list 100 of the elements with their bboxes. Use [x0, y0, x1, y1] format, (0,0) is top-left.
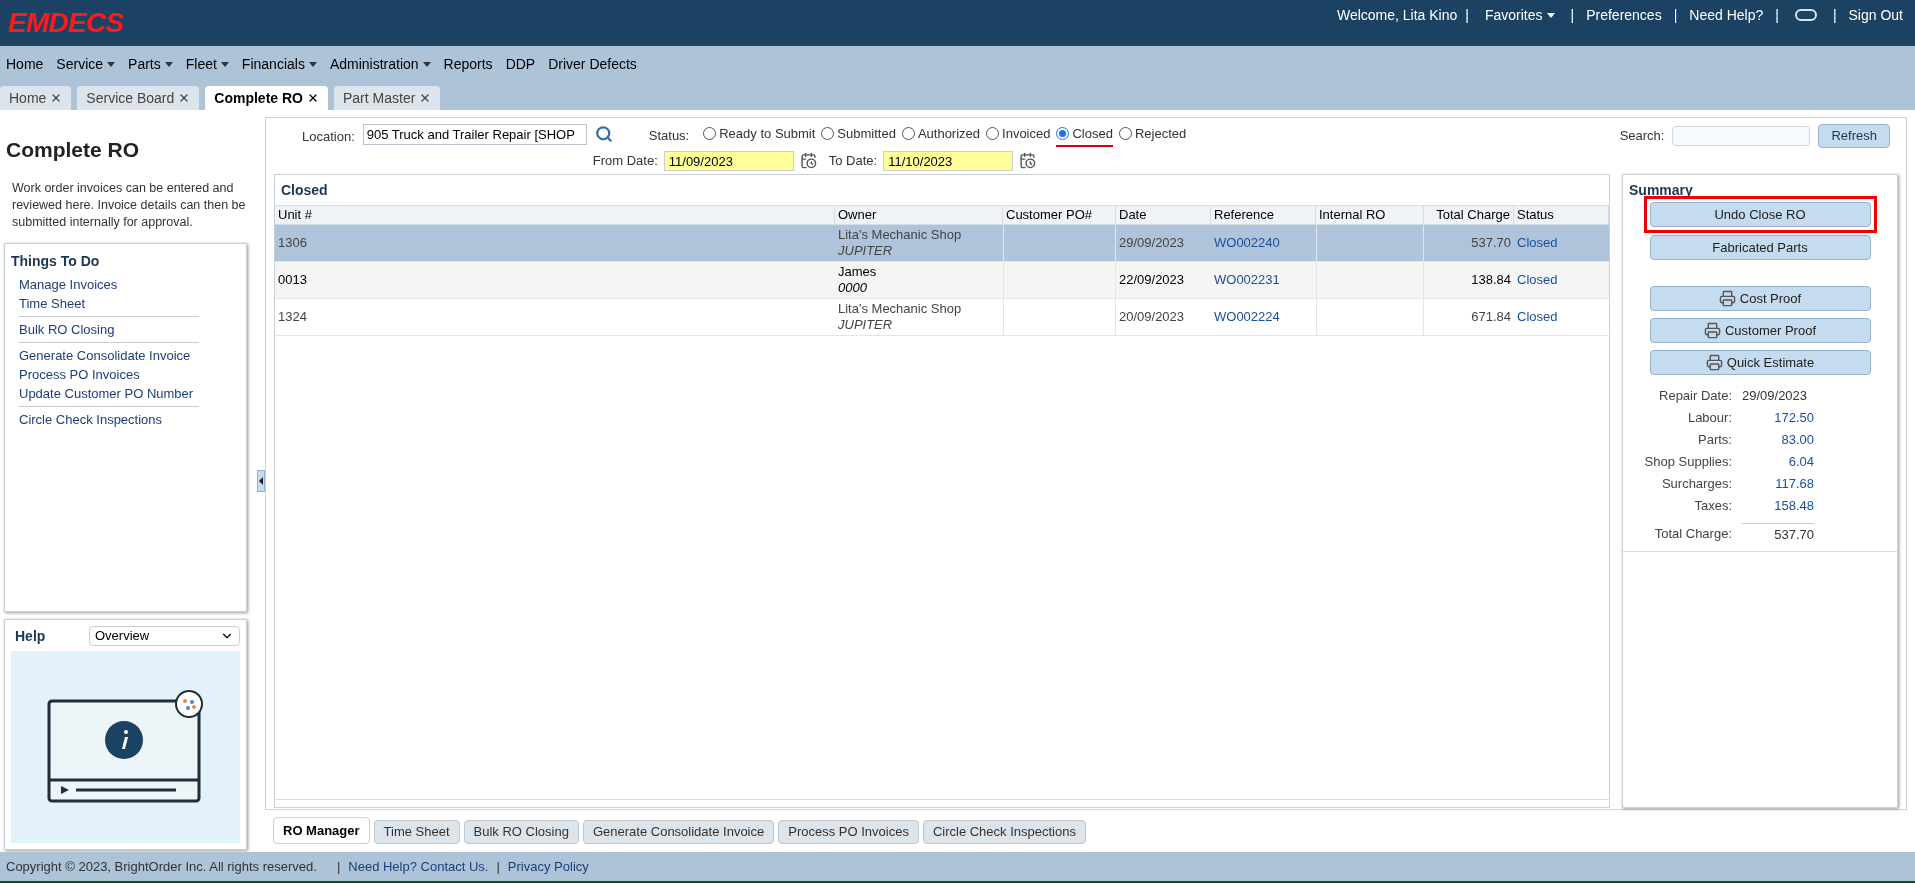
header-link[interactable]: Sign Out	[1844, 4, 1907, 26]
caret-icon	[107, 62, 116, 67]
separator-text: |	[1774, 5, 1780, 25]
separator-text: |	[1672, 5, 1679, 25]
panel-title: Closed	[280, 180, 329, 200]
page-tab[interactable]: Complete RO	[205, 86, 328, 110]
task-link[interactable]: Time Sheet	[19, 293, 199, 313]
task-link[interactable]: Bulk RO Closing	[19, 319, 199, 339]
panel-title: Summary	[1628, 181, 1694, 197]
table-cell-text: Lita's Mechanic Shop	[838, 301, 963, 317]
status-radio[interactable]: Authorized	[901, 124, 981, 147]
welcome-text: Welcome, Lita Kino	[1336, 5, 1458, 25]
refresh-button[interactable]: Refresh	[1818, 124, 1890, 148]
page-title: Complete RO	[5, 137, 140, 163]
calendar-icon[interactable]	[1019, 152, 1037, 169]
menu-item[interactable]: Home	[6, 54, 44, 75]
reference-link[interactable]: WO002224	[1214, 307, 1280, 327]
bottom-tab[interactable]: Process PO Invoices	[778, 820, 919, 844]
favorites-menu[interactable]: Favorites	[1476, 4, 1563, 26]
page-tab[interactable]: Home	[0, 86, 72, 110]
footer-link[interactable]: Need Help? Contact Us.	[348, 856, 489, 877]
column-header[interactable]: Customer PO#	[1003, 206, 1116, 224]
video-thumbnail[interactable]	[11, 650, 240, 843]
menu-item[interactable]: Reports	[443, 54, 493, 75]
status-radio[interactable]: Rejected	[1118, 124, 1187, 147]
task-link[interactable]: Process PO Invoices	[19, 364, 199, 384]
summary-label: Labour:	[1686, 409, 1732, 428]
menu-item[interactable]: Driver Defects	[548, 54, 637, 75]
panel-title: Things To Do	[11, 251, 101, 271]
status-link[interactable]: Closed	[1517, 233, 1558, 253]
menu-item[interactable]: Parts	[128, 54, 173, 75]
table-cell-text: 1324	[278, 308, 307, 327]
print-button[interactable]: Quick Estimate	[1649, 350, 1871, 375]
task-link[interactable]: Circle Check Inspections	[19, 409, 199, 429]
table-cell-text: JUPITER	[838, 317, 894, 333]
task-link[interactable]: Update Customer PO Number	[19, 383, 199, 403]
menu-item[interactable]: Administration	[329, 54, 431, 75]
table-row[interactable]: 1324 Lita's Mechanic Shop JUPITER 20/09/2023 WO002224 671.84 Closed	[275, 299, 1609, 336]
summary-value: 537.70	[1774, 525, 1814, 544]
column-header[interactable]: Status	[1514, 206, 1609, 224]
column-header[interactable]: Owner	[835, 206, 1003, 224]
status-radio[interactable]: Ready to Submit	[703, 124, 816, 147]
close-icon[interactable]	[307, 92, 319, 104]
separator-text: |	[1569, 5, 1576, 25]
search-field[interactable]	[1672, 126, 1811, 146]
bottom-tab[interactable]: Bulk RO Closing	[463, 820, 579, 844]
header-link[interactable]: Need Help?	[1685, 4, 1768, 26]
summary-label: Parts:	[1697, 431, 1732, 450]
search-icon[interactable]	[594, 125, 613, 143]
summary-value: 6.04	[1788, 453, 1814, 472]
status-radio[interactable]: Closed	[1056, 124, 1113, 147]
menu-item[interactable]: Fleet	[185, 54, 229, 75]
status-link[interactable]: Closed	[1517, 270, 1558, 290]
header-link[interactable]: Preferences	[1582, 4, 1666, 26]
page-tab[interactable]: Service Board	[77, 86, 200, 110]
page-tab[interactable]: Part Master	[334, 86, 441, 110]
reference-link[interactable]: WO002231	[1214, 270, 1280, 290]
status-radio[interactable]: Submitted	[821, 124, 896, 147]
table-row[interactable]: 1306 Lita's Mechanic Shop JUPITER 29/09/2023 WO002240 537.70 Closed	[275, 225, 1609, 262]
column-header[interactable]: Total Charge	[1424, 206, 1514, 224]
bottom-tab[interactable]: Circle Check Inspections	[922, 820, 1086, 844]
column-header[interactable]: Date	[1116, 206, 1211, 224]
separator-text: |	[1831, 5, 1838, 25]
collapse-handle-icon[interactable]	[257, 470, 265, 492]
status-link[interactable]: Closed	[1517, 307, 1558, 327]
separator-text: |	[336, 857, 341, 876]
field-label: Search:	[1619, 127, 1665, 146]
menu-item[interactable]: Financials	[241, 54, 317, 75]
summary-label: Surcharges:	[1660, 475, 1732, 494]
bottom-tab[interactable]: Time Sheet	[373, 820, 460, 844]
column-header[interactable]: Unit #	[275, 206, 835, 224]
action-button[interactable]: Fabricated Parts	[1649, 235, 1871, 260]
bottom-tab[interactable]: RO Manager	[273, 817, 370, 844]
menu-item[interactable]: Service	[56, 54, 116, 75]
action-button[interactable]: Undo Close RO	[1649, 202, 1871, 227]
table-cell-text: 22/09/2023	[1119, 271, 1185, 290]
topic-select[interactable]: Overview	[89, 626, 240, 646]
table-cell-text: Lita's Mechanic Shop	[838, 227, 963, 243]
column-header[interactable]: Reference	[1211, 206, 1316, 224]
table-cell-text: JUPITER	[838, 243, 894, 259]
menu-item[interactable]: DDP	[505, 54, 536, 75]
summary-label: Taxes:	[1693, 497, 1732, 516]
print-button[interactable]: Customer Proof	[1649, 318, 1871, 343]
location-field[interactable]: 905 Truck and Trailer Repair [SHOP	[362, 124, 587, 145]
from-date-field[interactable]: 11/09/2023	[663, 150, 794, 171]
task-link[interactable]: Generate Consolidate Invoice	[19, 345, 199, 365]
calendar-icon[interactable]	[799, 152, 817, 169]
toggle-icon[interactable]	[1794, 9, 1817, 21]
to-date-field[interactable]: 11/10/2023	[883, 150, 1014, 171]
table-row[interactable]: 0013 James 0000 22/09/2023 WO002231 138.84 Closed	[275, 262, 1609, 299]
bottom-tab[interactable]: Generate Consolidate Invoice	[582, 820, 775, 844]
footer-link[interactable]: Privacy Policy	[507, 856, 589, 877]
reference-link[interactable]: WO002240	[1214, 233, 1280, 253]
column-header[interactable]: Internal RO	[1316, 206, 1424, 224]
summary-label: Shop Supplies:	[1643, 453, 1732, 472]
status-radio[interactable]: Invoiced	[986, 124, 1051, 147]
separator-text: |	[496, 857, 500, 876]
print-button[interactable]: Cost Proof	[1649, 286, 1871, 311]
summary-value: 158.48	[1774, 497, 1814, 516]
task-link[interactable]: Manage Invoices	[19, 274, 199, 294]
